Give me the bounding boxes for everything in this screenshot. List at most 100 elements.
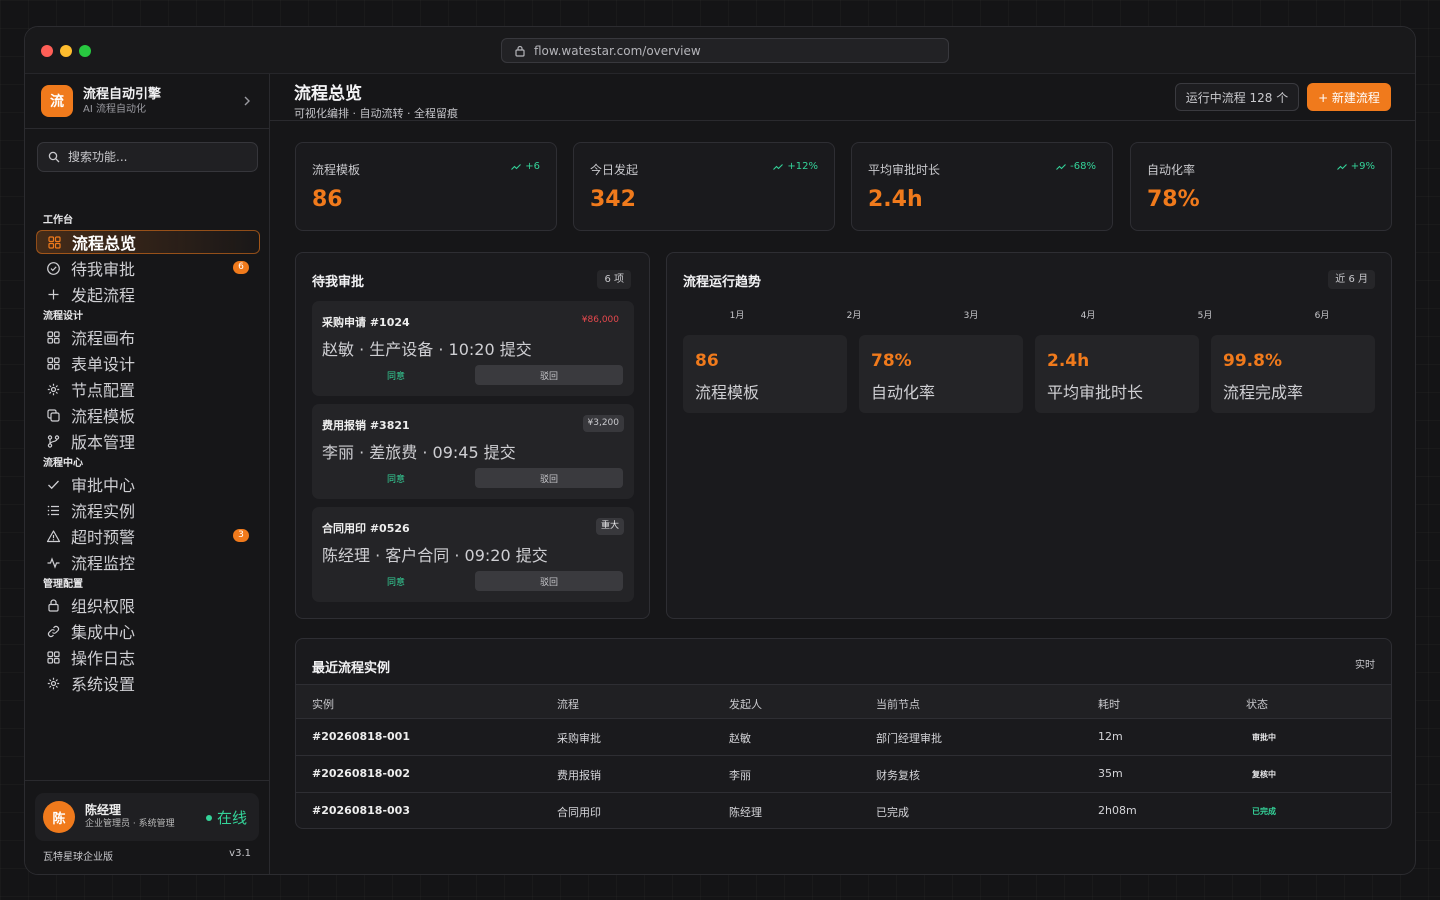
current-node: 已完成 [876,806,909,819]
reject-button[interactable]: 驳回 [475,468,623,488]
column-header: 耗时 [1098,698,1120,711]
stat-label: 流程完成率 [1223,383,1304,402]
sidebar-item-canvas[interactable]: 流程画布 [36,325,260,349]
sidebar-item-instances[interactable]: 流程实例 [36,498,260,522]
user-card[interactable]: 陈 陈经理 企业管理员 · 系统管理 在线 [35,793,259,841]
status-badge: 复核中 [1252,770,1276,779]
stat-label: 平均审批时长 [1047,383,1144,402]
kpi-card-templates: 流程模板 +6 86 [295,142,557,231]
maximize-window-button[interactable] [79,45,91,57]
list-icon [47,505,59,515]
kpi-trend: +6 [511,161,540,172]
sidebar-item-monitor[interactable]: 流程监控 [36,550,260,574]
stat-card: 99.8% 流程完成率 [1211,335,1375,413]
kpi-value: 78% [1147,187,1200,212]
sidebar-item-timeout-alert[interactable]: 超时预警 3 [36,524,260,548]
kpi-trend-value: +12% [787,161,818,172]
address-bar[interactable]: flow.watestar.com/overview [501,38,949,63]
table-row[interactable]: #20260818-003 合同用印 陈经理 已完成 2h08m 已完成 [296,792,1391,829]
approval-card[interactable]: 采购申请 #1024 ¥86,000 赵敏 · 生产设备 · 10:20 提交 … [312,301,634,396]
approval-description: 赵敏 · 生产设备 · 10:20 提交 [322,340,532,359]
initiator: 赵敏 [729,732,751,745]
approve-button[interactable]: 同意 [322,365,470,385]
kpi-label: 自动化率 [1147,163,1196,177]
trend-icon [1336,163,1347,170]
sidebar-item-node-config[interactable]: 节点配置 [36,377,260,401]
table-row[interactable]: #20260818-002 费用报销 李丽 财务复核 35m 复核中 [296,755,1391,792]
new-flow-button[interactable]: + 新建流程 [1307,83,1391,111]
approve-button[interactable]: 同意 [322,571,470,591]
sidebar-item-label: 流程实例 [71,502,136,521]
sidebar-item-label: 超时预警 [71,528,136,547]
brand-logo: 流 [41,85,73,117]
brand-title: 流程自动引擎 [83,86,162,102]
kpi-trend: -68% [1056,161,1096,172]
approval-card[interactable]: 费用报销 #3821 ¥3,200 李丽 · 差旅费 · 09:45 提交 同意… [312,404,634,499]
sidebar-item-org-permissions[interactable]: 组织权限 [36,593,260,617]
pending-count-badge: 6 [233,261,249,274]
stat-label: 自动化率 [871,383,936,402]
minimize-window-button[interactable] [60,45,72,57]
kpi-label: 平均审批时长 [868,163,941,177]
plus-icon [48,289,59,299]
nav-section-admin: 管理配置 [43,579,83,590]
status-dot-icon [205,814,212,821]
sidebar: 流 流程自动引擎 AI 流程自动化 工作台 流程总览 待我审批 6 发起流程 流… [25,74,270,874]
approval-title: 合同用印 #0526 [322,522,410,535]
grid-icon [48,235,61,249]
sidebar-item-label: 组织权限 [71,597,136,616]
sidebar-item-audit-log[interactable]: 操作日志 [36,645,260,669]
copy-icon [47,408,60,422]
panel-title: 最近流程实例 [312,661,391,676]
initiator: 李丽 [729,769,751,782]
brand-header[interactable]: 流 流程自动引擎 AI 流程自动化 [25,74,270,129]
sidebar-item-my-approvals[interactable]: 待我审批 6 [36,256,260,280]
sidebar-item-overview[interactable]: 流程总览 [36,230,260,254]
close-window-button[interactable] [41,45,53,57]
version-label: v3.1 [229,848,251,859]
column-header: 发起人 [729,698,762,711]
reject-button[interactable]: 驳回 [475,571,623,591]
kpi-trend: +9% [1336,161,1375,172]
approval-title: 费用报销 #3821 [322,419,410,432]
sidebar-item-approval-center[interactable]: 审批中心 [36,472,260,496]
month-label: 3月 [963,311,979,321]
sidebar-item-integrations[interactable]: 集成中心 [36,619,260,643]
search-box[interactable] [37,142,258,172]
main-content: 流程总览 可视化编排 · 自动流转 · 全程留痕 运行中流程 128 个 + 新… [270,74,1415,874]
table-row[interactable]: #20260818-001 采购审批 赵敏 部门经理审批 12m 审批中 [296,718,1391,755]
approval-description: 陈经理 · 客户合同 · 09:20 提交 [322,546,548,565]
avatar: 陈 [43,801,75,833]
page-subtitle: 可视化编排 · 自动流转 · 全程留痕 [294,107,458,120]
recent-instances-panel: 最近流程实例 实时 实例 流程 发起人 当前节点 耗时 状态 #20260818… [295,638,1392,829]
sidebar-item-templates[interactable]: 流程模板 [36,403,260,427]
kpi-value: 2.4h [868,187,923,212]
stat-value: 78% [871,351,912,371]
nav-section-workbench: 工作台 [43,215,73,226]
kpi-trend-value: -68% [1070,161,1096,172]
range-selector[interactable]: 近 6 月 [1328,270,1375,289]
table-header: 实例 流程 发起人 当前节点 耗时 状态 [296,684,1391,718]
approval-card[interactable]: 合同用印 #0526 重大 陈经理 · 客户合同 · 09:20 提交 同意 驳… [312,507,634,602]
sidebar-item-versions[interactable]: 版本管理 [36,429,260,453]
chevron-right-icon[interactable] [242,95,252,107]
month-label: 5月 [1197,311,1213,321]
kpi-trend: +12% [773,161,818,172]
trend-icon [511,163,522,170]
approve-button[interactable]: 同意 [322,468,470,488]
reject-button[interactable]: 驳回 [475,365,623,385]
pending-count-chip: 6 项 [597,270,631,289]
sidebar-item-label: 流程总览 [72,234,137,253]
flow-name: 合同用印 [557,806,601,819]
stat-card: 86 流程模板 [683,335,847,413]
stat-card: 78% 自动化率 [859,335,1023,413]
running-flows-button[interactable]: 运行中流程 128 个 [1175,83,1299,111]
month-label: 6月 [1314,311,1330,321]
kpi-value: 342 [590,187,636,212]
sidebar-item-settings[interactable]: 系统设置 [36,671,260,695]
sidebar-item-start-flow[interactable]: 发起流程 [36,282,260,306]
panel-title: 待我审批 [312,275,365,290]
sidebar-item-form-design[interactable]: 表单设计 [36,351,260,375]
column-header: 实例 [312,698,334,711]
search-input[interactable] [68,150,248,164]
